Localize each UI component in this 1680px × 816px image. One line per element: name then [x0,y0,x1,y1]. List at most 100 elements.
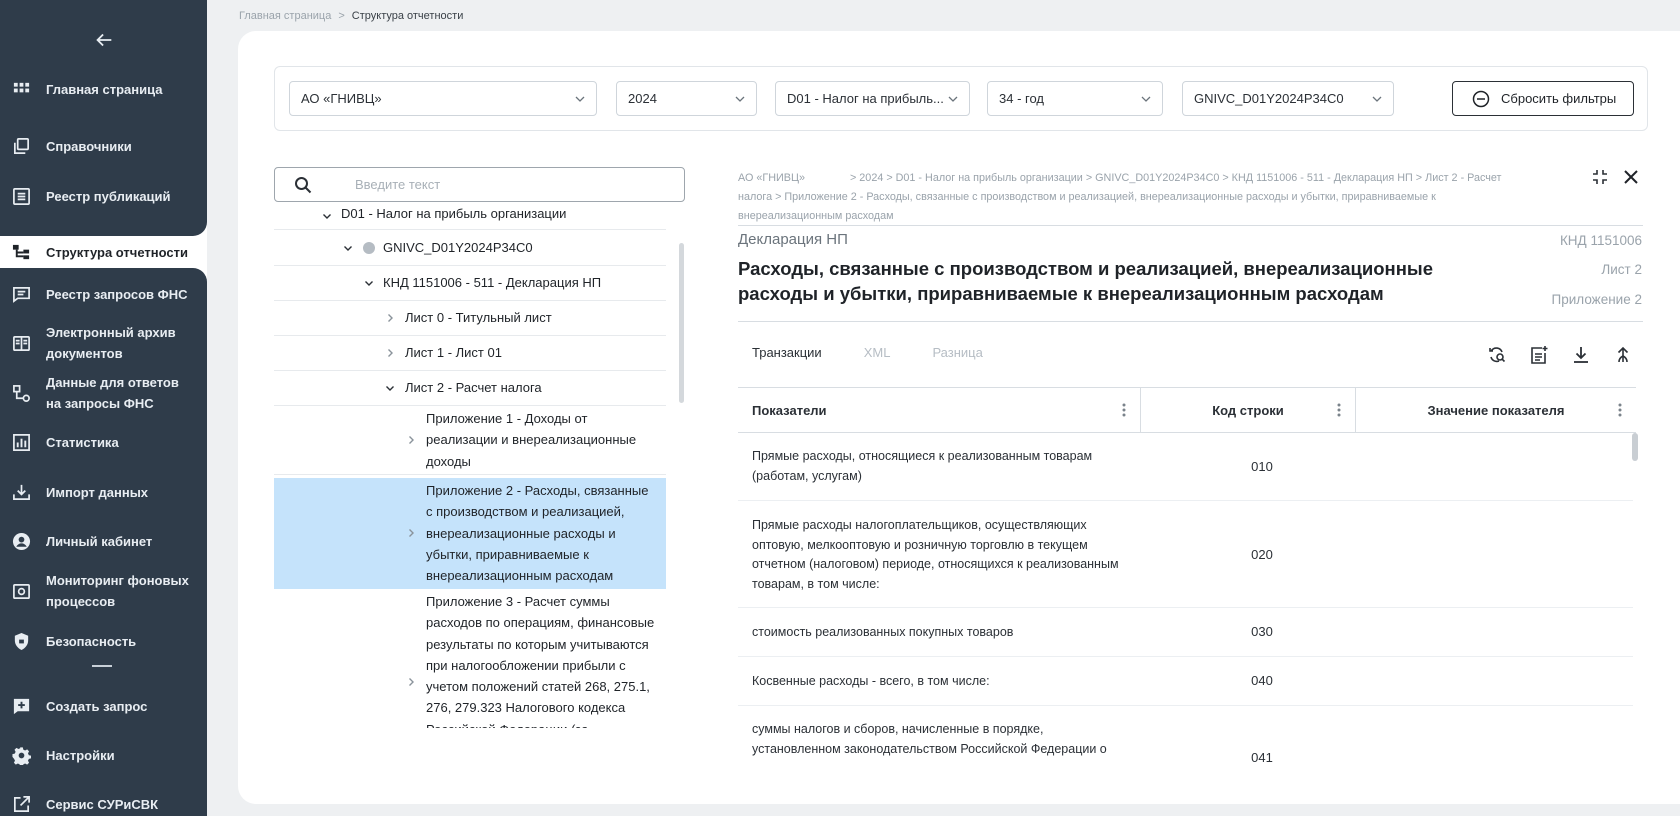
sidebar-item-label: Справочники [46,138,132,154]
download-icon[interactable] [1571,345,1591,365]
add-document-icon[interactable] [1529,345,1549,365]
close-icon[interactable] [1622,168,1640,186]
sidebar-item-archive[interactable]: Электронный архив документов [0,322,207,364]
period-select[interactable]: 34 - год [987,81,1163,116]
sidebar-item-references[interactable]: Справочники [0,135,207,157]
tab-transactions[interactable]: Транзакции [752,345,822,360]
tree-node-list2[interactable]: Лист 2 - Расчет налога [274,371,666,406]
sidebar-item-cabinet[interactable]: Личный кабинет [0,530,207,552]
table-cell-indicator: Косвенные расходы - всего, в том числе: [752,674,990,688]
collapse-icon[interactable] [1591,168,1609,186]
sidebar-item-security[interactable]: Безопасность [0,630,207,652]
sidebar-item-label: Структура отчетности [46,244,188,260]
sidebar-item-label: Статистика [46,434,119,450]
tree-node-label: Лист 1 - Лист 01 [405,345,502,360]
tree-search-input[interactable] [355,168,675,201]
table-row[interactable]: Косвенные расходы - всего, в том числе: … [738,657,1633,706]
reset-filters-label: Сбросить фильтры [1501,91,1617,106]
tree-scrollbar[interactable] [679,243,684,403]
sidebar-item-label: Реестр запросов ФНС [46,286,188,302]
table-scrollbar[interactable] [1632,433,1638,461]
table-row[interactable]: Прямые расходы налогоплательщиков, осуще… [738,501,1633,608]
column-header-label: Показатели [752,402,827,418]
sidebar-active-cap [0,220,207,236]
column-header-row-code[interactable]: Код строки [1141,388,1355,432]
sidebar-item-suriswk[interactable]: Сервис СУРиСВК [0,793,207,815]
tab-xml[interactable]: XML [864,345,891,360]
chevron-right-icon [388,314,393,322]
breadcrumb-current: Структура отчетности [351,10,464,22]
tree-search-field[interactable] [274,167,685,202]
tree-node-appendix3[interactable]: Приложение 3 - Расчет суммы расходов по … [274,591,666,728]
table-cell-indicator: стоимость реализованных покупных товаров [752,625,1014,639]
tree-node-appendix2[interactable]: Приложение 2 - Расходы, связанные с прои… [274,478,666,589]
chevron-down-icon [1372,96,1382,102]
sidebar-item-label: Реестр публикаций [46,188,171,204]
sidebar-item-settings[interactable]: Настройки [0,744,207,766]
sidebar-item-fns-requests[interactable]: Реестр запросов ФНС [0,283,207,305]
chevron-down-icon [344,246,352,251]
sidebar-item-statistics[interactable]: Статистика [0,431,207,453]
chevron-down-icon [735,96,745,102]
tree-node-knd[interactable]: КНД 1151006 - 511 - Декларация НП [274,266,666,301]
refresh-search-icon[interactable] [1487,345,1507,365]
sidebar-item-structure[interactable]: Структура отчетности [0,236,207,268]
tree-node-label: GNIVC_D01Y2024P34C0 [383,240,533,255]
merge-up-icon[interactable] [1613,345,1633,365]
reset-filters-button[interactable]: Сбросить фильтры [1452,81,1634,116]
year-select[interactable]: 2024 [616,81,757,116]
sidebar-item-home[interactable]: Главная страница [0,78,207,100]
tree-node-label: Приложение 1 - Доходы от реализации и вн… [426,411,637,469]
tab-diff[interactable]: Разница [932,345,982,360]
search-icon [295,177,312,194]
chevron-down-icon [365,281,373,286]
tree-node-tax[interactable]: D01 - Налог на прибыль организации [274,208,666,230]
table-row[interactable]: стоимость реализованных покупных товаров… [738,608,1633,657]
sidebar-item-import[interactable]: Импорт данных [0,481,207,503]
tree-node-label: Лист 0 - Титульный лист [405,310,552,325]
tax-select[interactable]: D01 - Налог на прибыль... [775,81,970,116]
sidebar-item-publications[interactable]: Реестр публикаций [0,185,207,207]
divider [738,321,1643,322]
import-icon [11,482,31,502]
table-cell-code: 030 [1251,624,1273,639]
breadcrumb-home-link[interactable]: Главная страница [239,10,331,22]
document-type: Декларация НП [738,231,848,248]
kebab-menu-icon[interactable] [1337,403,1341,417]
page-title: Расходы, связанные с производством и реа… [738,258,1433,304]
chevron-right-icon [409,678,414,686]
tree-node-list0[interactable]: Лист 0 - Титульный лист [274,301,666,336]
table-row[interactable]: Прямые расходы, относящиеся к реализован… [738,433,1633,501]
detail-breadcrumb-org[interactable]: АО «ГНИВЦ» [738,169,850,188]
column-header-indicators[interactable]: Показатели [738,388,1140,432]
sidebar-item-label: Данные для ответов на запросы ФНС [46,375,179,411]
table-cell-indicator: Прямые расходы, относящиеся к реализован… [752,449,1093,483]
tree-node-appendix1[interactable]: Приложение 1 - Доходы от реализации и вн… [274,406,666,475]
organization-select-value: АО «ГНИВЦ» [301,91,382,106]
table-cell-code: 040 [1251,673,1273,688]
chevron-right-icon [388,349,393,357]
chat-list-icon [11,284,31,304]
sidebar-item-label: Импорт данных [46,484,149,500]
kebab-menu-icon[interactable] [1618,403,1622,417]
sidebar-item-monitoring[interactable]: Мониторинг фоновых процессов [0,570,207,612]
code-select[interactable]: GNIVC_D01Y2024P34C0 [1182,81,1394,116]
tree-node-list1[interactable]: Лист 1 - Лист 01 [274,336,666,371]
sidebar-item-fns-answers[interactable]: Данные для ответов на запросы ФНС [0,372,207,414]
back-button[interactable] [0,0,207,80]
minus-circle-icon [1472,90,1490,108]
arrow-left-icon [95,33,111,47]
kebab-menu-icon[interactable] [1122,403,1126,417]
column-header-value[interactable]: Значение показателя [1356,388,1636,432]
organization-select[interactable]: АО «ГНИВЦ» [289,81,597,116]
table-row[interactable]: суммы налогов и сборов, начисленные в по… [738,706,1633,767]
sidebar-item-create-request[interactable]: Создать запрос [0,695,207,717]
detail-breadcrumb: АО «ГНИВЦ» > 2024 > D01 - Налог на прибыл… [738,169,1528,226]
tree-node-report[interactable]: GNIVC_D01Y2024P34C0 [274,230,666,266]
status-dot [363,242,375,254]
table-cell-code: 041 [1251,750,1273,765]
chevron-down-icon [323,214,331,219]
tax-select-value: D01 - Налог на прибыль... [787,91,944,106]
divider [738,225,1643,226]
sidebar-item-label: Электронный архив документов [46,325,176,361]
